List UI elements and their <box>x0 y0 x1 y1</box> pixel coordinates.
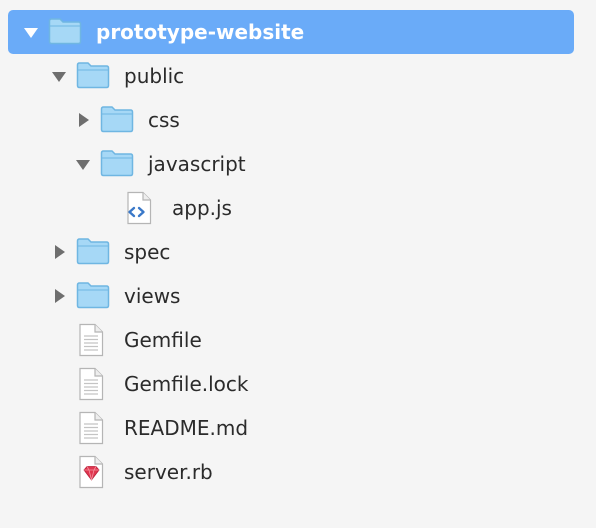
code-file-icon <box>124 191 154 225</box>
disclosure-triangle-collapsed-icon[interactable] <box>55 289 65 303</box>
tree-item-gemfile[interactable]: Gemfile <box>8 318 574 362</box>
tree-item-app-js[interactable]: app.js <box>8 186 574 230</box>
folder-icon <box>76 61 110 89</box>
text-file-icon <box>76 411 106 445</box>
tree-item-label: Gemfile <box>124 328 202 352</box>
folder-icon <box>100 105 134 133</box>
tree-item-label: spec <box>124 240 171 264</box>
tree-item-server-rb[interactable]: server.rb <box>8 450 574 494</box>
folder-icon <box>76 281 110 309</box>
disclosure-triangle-expanded-icon[interactable] <box>52 72 66 82</box>
text-file-icon <box>76 367 106 401</box>
ruby-file-icon <box>76 455 106 489</box>
folder-icon <box>100 149 134 177</box>
tree-item-label: views <box>124 284 181 308</box>
tree-item-gemfile-lock[interactable]: Gemfile.lock <box>8 362 574 406</box>
tree-item-label: css <box>148 108 180 132</box>
tree-item-javascript[interactable]: javascript <box>8 142 574 186</box>
folder-icon <box>48 17 82 45</box>
folder-icon <box>76 237 110 265</box>
text-file-icon <box>76 323 106 357</box>
tree-item-css[interactable]: css <box>8 98 574 142</box>
tree-item-label: app.js <box>172 196 232 220</box>
file-tree: prototype-website public css javascript … <box>0 0 596 528</box>
tree-item-spec[interactable]: spec <box>8 230 574 274</box>
tree-item-label: prototype-website <box>96 20 305 44</box>
disclosure-triangle-expanded-icon[interactable] <box>24 28 38 38</box>
tree-item-prototype-website[interactable]: prototype-website <box>8 10 574 54</box>
tree-item-label: javascript <box>148 152 246 176</box>
tree-item-label: server.rb <box>124 460 213 484</box>
tree-item-views[interactable]: views <box>8 274 574 318</box>
disclosure-triangle-collapsed-icon[interactable] <box>55 245 65 259</box>
disclosure-triangle-collapsed-icon[interactable] <box>79 113 89 127</box>
tree-item-label: public <box>124 64 185 88</box>
tree-item-public[interactable]: public <box>8 54 574 98</box>
tree-item-label: README.md <box>124 416 249 440</box>
disclosure-triangle-expanded-icon[interactable] <box>76 160 90 170</box>
tree-item-readme[interactable]: README.md <box>8 406 574 450</box>
tree-item-label: Gemfile.lock <box>124 372 249 396</box>
